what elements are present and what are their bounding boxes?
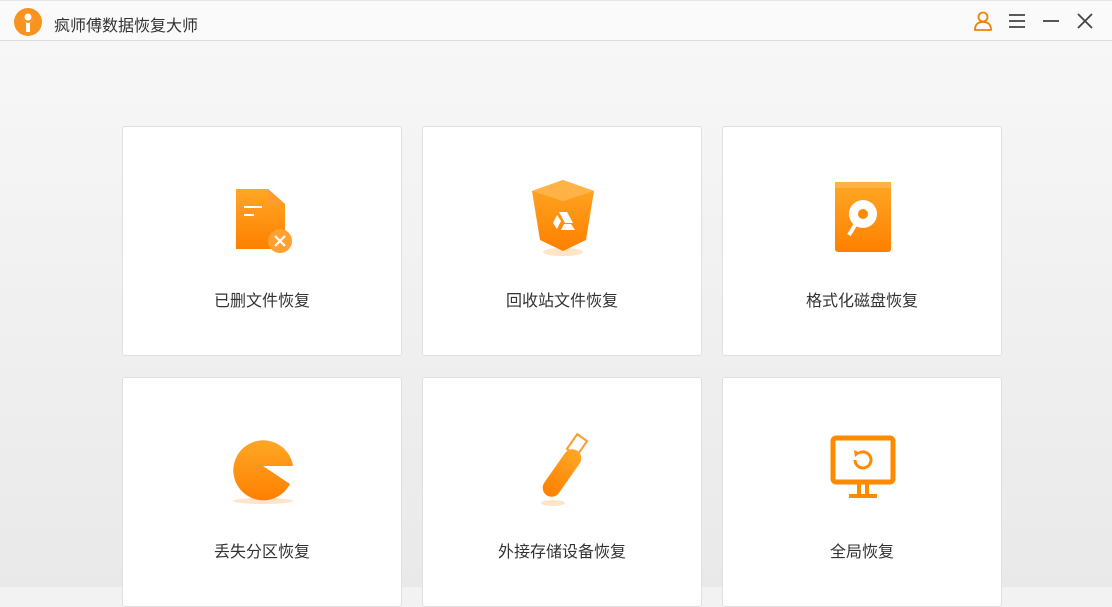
card-label: 回收站文件恢复 bbox=[423, 287, 701, 311]
card-label: 外接存储设备恢复 bbox=[423, 538, 701, 562]
app-title: 疯师傅数据恢复大师 bbox=[54, 12, 198, 36]
partition-icon bbox=[223, 428, 303, 508]
card-label: 丢失分区恢复 bbox=[123, 538, 401, 562]
menu-icon[interactable] bbox=[1006, 10, 1028, 32]
recycle-bin-icon bbox=[523, 177, 603, 257]
card-label: 格式化磁盘恢复 bbox=[723, 287, 1001, 311]
deleted-file-icon bbox=[223, 177, 303, 257]
card-global-recovery[interactable]: 全局恢复 bbox=[722, 377, 1002, 607]
main-area: 已删文件恢复 回收站文件恢复 格式化磁盘恢复 丢失分区恢复 外接存储设备恢复 全… bbox=[0, 41, 1112, 587]
card-deleted-file-recovery[interactable]: 已删文件恢复 bbox=[122, 126, 402, 356]
user-icon[interactable] bbox=[972, 10, 994, 32]
card-label: 已删文件恢复 bbox=[123, 287, 401, 311]
app-logo-icon bbox=[13, 7, 43, 37]
card-format-disk-recovery[interactable]: 格式化磁盘恢复 bbox=[722, 126, 1002, 356]
card-label: 全局恢复 bbox=[723, 538, 1001, 562]
card-lost-partition-recovery[interactable]: 丢失分区恢复 bbox=[122, 377, 402, 607]
monitor-restore-icon bbox=[823, 428, 903, 508]
title-bar: 疯师傅数据恢复大师 bbox=[0, 0, 1112, 41]
usb-drive-icon bbox=[523, 428, 603, 508]
close-icon[interactable] bbox=[1074, 10, 1096, 32]
card-recycle-bin-recovery[interactable]: 回收站文件恢复 bbox=[422, 126, 702, 356]
formatted-disk-icon bbox=[823, 177, 903, 257]
card-external-storage-recovery[interactable]: 外接存储设备恢复 bbox=[422, 377, 702, 607]
minimize-icon[interactable] bbox=[1040, 10, 1062, 32]
